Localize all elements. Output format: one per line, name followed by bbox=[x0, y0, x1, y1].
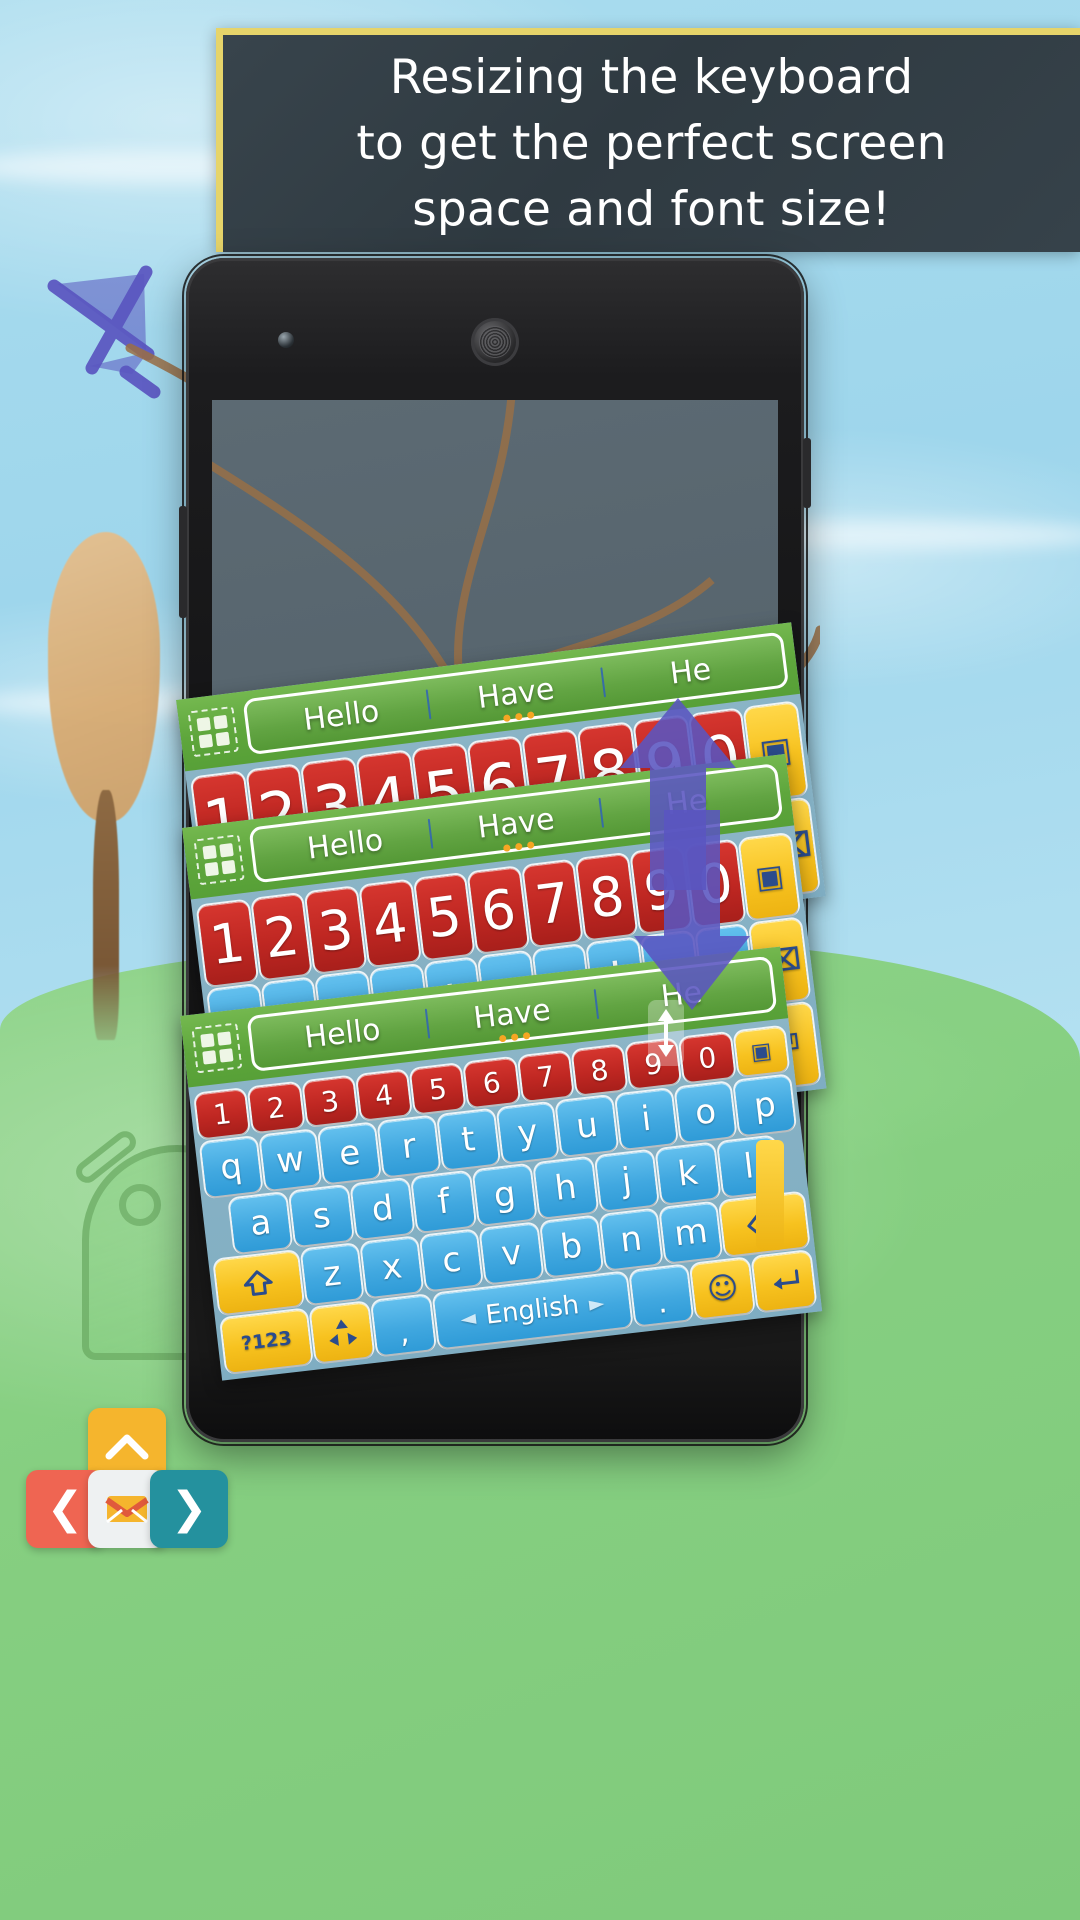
key-3[interactable]: 3 bbox=[302, 1076, 357, 1127]
key-s[interactable]: s bbox=[290, 1185, 353, 1247]
apps-grid-icon[interactable] bbox=[191, 1022, 243, 1074]
key-r[interactable]: r bbox=[378, 1116, 440, 1177]
box-icon[interactable]: ▣ bbox=[734, 1026, 789, 1077]
key-p[interactable]: p bbox=[734, 1075, 796, 1136]
suggestion-item[interactable]: Have bbox=[429, 796, 602, 852]
key-n[interactable]: n bbox=[600, 1209, 662, 1270]
suggestion-dots bbox=[498, 1031, 531, 1042]
suggestion-dots bbox=[502, 840, 535, 852]
logo-tile-right: ❯ bbox=[150, 1470, 228, 1548]
key-c[interactable]: c bbox=[421, 1230, 483, 1291]
key-u[interactable]: u bbox=[556, 1095, 618, 1156]
arrow-keys-glyph bbox=[328, 1319, 357, 1346]
prev-language-icon[interactable]: ◄ bbox=[459, 1305, 477, 1331]
banner-line-1: Resizing the keyboard bbox=[389, 49, 914, 105]
comma-key[interactable]: , bbox=[372, 1295, 435, 1356]
key-a[interactable]: a bbox=[229, 1193, 292, 1254]
key-f[interactable]: f bbox=[412, 1171, 475, 1232]
tree-trunk bbox=[93, 790, 119, 1040]
key-6[interactable]: 6 bbox=[464, 1057, 519, 1108]
chevron-right-glyph: ❯ bbox=[170, 1483, 208, 1534]
key-4[interactable]: 4 bbox=[360, 880, 420, 967]
chevron-left-glyph: ❮ bbox=[46, 1483, 84, 1534]
power-button[interactable] bbox=[803, 438, 811, 508]
key-m[interactable]: m bbox=[660, 1202, 722, 1263]
promo-banner: Resizing the keyboard to get the perfect… bbox=[216, 28, 1080, 252]
tree-crown bbox=[48, 532, 160, 822]
symbols-key[interactable]: ?123 bbox=[221, 1309, 312, 1373]
suggestion-dots bbox=[502, 710, 535, 722]
key-2[interactable]: 2 bbox=[251, 893, 311, 980]
next-language-icon[interactable]: ► bbox=[588, 1290, 606, 1316]
suggestion-label: Have bbox=[475, 671, 557, 716]
resize-vertical-handle[interactable] bbox=[648, 1000, 684, 1066]
suggestion-item[interactable]: Have bbox=[427, 665, 604, 722]
key-k[interactable]: k bbox=[656, 1143, 719, 1204]
suggestion-item[interactable]: Have bbox=[426, 987, 598, 1042]
space-language-label: English bbox=[484, 1290, 581, 1331]
shift-icon[interactable] bbox=[214, 1251, 303, 1315]
chevron-up-icon bbox=[105, 1434, 149, 1460]
shift-glyph bbox=[244, 1270, 274, 1296]
key-t[interactable]: t bbox=[438, 1109, 499, 1170]
volume-button[interactable] bbox=[179, 506, 187, 618]
app-logo-badge: ❮ ❯ bbox=[22, 1408, 232, 1548]
resize-gesture-arrows bbox=[620, 698, 750, 1010]
key-z[interactable]: z bbox=[301, 1244, 363, 1305]
apps-grid-icon[interactable] bbox=[193, 834, 245, 886]
key-q[interactable]: q bbox=[200, 1137, 262, 1198]
key-i[interactable]: i bbox=[615, 1089, 677, 1150]
suggestion-label: Have bbox=[471, 992, 553, 1036]
banner-line-3: space and font size! bbox=[412, 181, 891, 237]
key-8[interactable]: 8 bbox=[572, 1045, 627, 1095]
key-y[interactable]: y bbox=[497, 1102, 558, 1163]
arrow-keys-icon[interactable] bbox=[310, 1302, 374, 1363]
key-5[interactable]: 5 bbox=[414, 873, 474, 960]
key-0[interactable]: 0 bbox=[680, 1032, 735, 1083]
front-camera-icon bbox=[278, 332, 294, 348]
key-v[interactable]: v bbox=[480, 1223, 543, 1284]
key-x[interactable]: x bbox=[361, 1237, 423, 1298]
key-2[interactable]: 2 bbox=[249, 1082, 304, 1133]
key-d[interactable]: d bbox=[351, 1178, 414, 1240]
key-w[interactable]: w bbox=[260, 1130, 321, 1191]
key-7[interactable]: 7 bbox=[518, 1051, 573, 1102]
key-4[interactable]: 4 bbox=[356, 1070, 411, 1120]
earpiece-speaker-icon bbox=[471, 318, 519, 366]
android-eye bbox=[119, 1184, 161, 1226]
apps-grid-icon[interactable] bbox=[187, 705, 239, 758]
key-e[interactable]: e bbox=[319, 1123, 380, 1184]
resize-horizontal-handle[interactable] bbox=[756, 1140, 784, 1250]
suggestion-item[interactable]: Hello bbox=[257, 1006, 429, 1060]
resize-vertical-icon bbox=[658, 1009, 674, 1057]
suggestion-item[interactable]: Hello bbox=[253, 687, 430, 744]
key-6[interactable]: 6 bbox=[468, 867, 528, 953]
phone-top-bezel bbox=[186, 258, 804, 400]
key-1[interactable]: 1 bbox=[197, 900, 257, 987]
enter-glyph bbox=[773, 1269, 799, 1290]
key-1[interactable]: 1 bbox=[195, 1089, 250, 1139]
envelope-icon bbox=[105, 1496, 149, 1524]
key-o[interactable]: o bbox=[675, 1082, 736, 1143]
emoji-icon[interactable]: ☺ bbox=[691, 1258, 755, 1319]
key-h[interactable]: h bbox=[534, 1157, 597, 1218]
key-j[interactable]: j bbox=[595, 1150, 658, 1211]
suggestion-label: Have bbox=[475, 801, 557, 846]
key-g[interactable]: g bbox=[473, 1164, 536, 1225]
key-3[interactable]: 3 bbox=[306, 887, 366, 973]
suggestion-item[interactable]: Hello bbox=[259, 817, 432, 872]
enter-icon[interactable] bbox=[752, 1251, 816, 1312]
key-b[interactable]: b bbox=[540, 1216, 602, 1277]
key-7[interactable]: 7 bbox=[523, 860, 583, 947]
period-key[interactable]: . bbox=[630, 1265, 693, 1326]
banner-line-2: to get the perfect screen bbox=[356, 115, 947, 171]
key-5[interactable]: 5 bbox=[410, 1064, 465, 1114]
